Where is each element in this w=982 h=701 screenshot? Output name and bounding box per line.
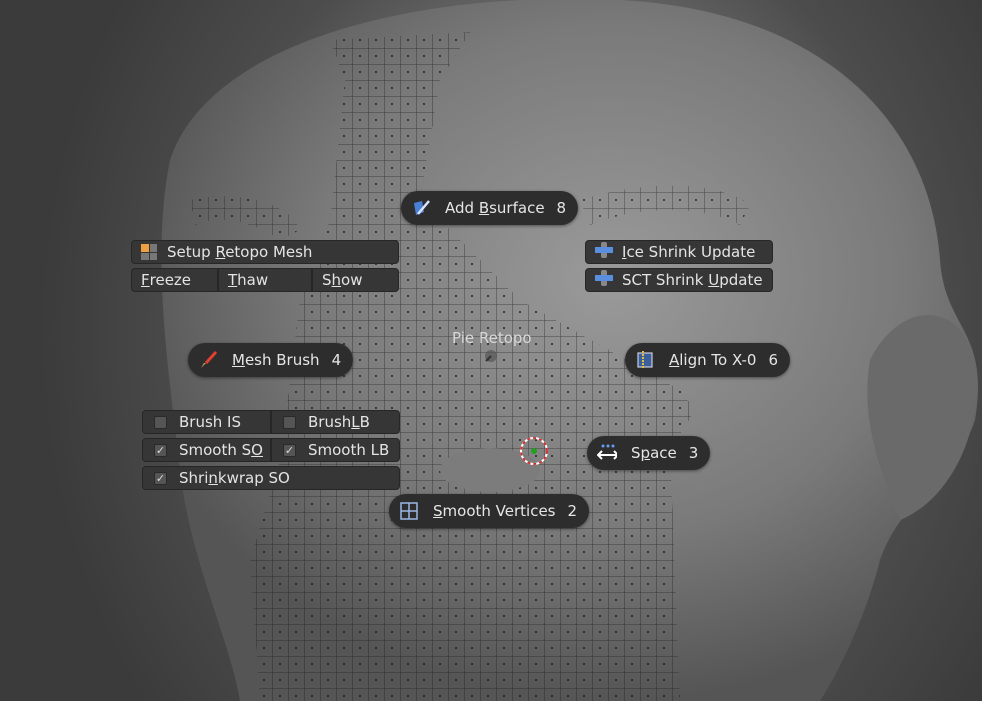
checkbox-unchecked-icon [283, 415, 296, 429]
mesh-brush-button[interactable]: Mesh Brush 4 [188, 343, 354, 377]
checkbox-checked-icon: ✓ [154, 471, 167, 485]
freeze-button[interactable]: Freeze [131, 268, 218, 292]
brush-lb-checkbox[interactable]: Brush LB [271, 410, 400, 434]
align-to-x0-button[interactable]: Align To X-0 6 [625, 343, 790, 377]
brush-cursor-icon [520, 437, 548, 465]
show-button[interactable]: Sh ow [312, 268, 399, 292]
shrinkwrap-icon [594, 241, 614, 263]
thaw-button[interactable]: Thaw [218, 268, 312, 292]
shrinkwrap-icon [594, 269, 614, 291]
3d-viewport[interactable]: Pie Retopo Add Bsurface 8 Setup Retopo M… [0, 0, 982, 701]
hotkey-label: 4 [331, 351, 342, 369]
hotkey-label: 8 [556, 199, 567, 217]
hotkey-label: 2 [567, 502, 578, 520]
pie-menu-title: Pie Retopo [452, 329, 532, 347]
ice-shrink-update-button[interactable]: Ice Shrink Update [585, 240, 773, 264]
bsurface-icon [411, 198, 431, 218]
checkbox-checked-icon: ✓ [154, 443, 167, 457]
hotkey-label: 3 [688, 444, 699, 462]
checkbox-checked-icon: ✓ [283, 443, 296, 457]
align-x-icon [635, 350, 655, 370]
sct-shrink-update-button[interactable]: SCT Shrink Update [585, 268, 773, 292]
space-button[interactable]: Space 3 [587, 436, 711, 470]
smooth-lb-checkbox[interactable]: ✓ Smooth LB [271, 438, 400, 462]
grid-icon [399, 501, 419, 521]
smooth-so-checkbox[interactable]: ✓ Smooth SO [142, 438, 271, 462]
setup-retopo-mesh-button[interactable]: Setup Retopo Mesh [131, 240, 399, 264]
pie-direction-indicator-icon [485, 350, 497, 362]
add-bsurface-button[interactable]: Add Bsurface 8 [401, 191, 579, 225]
shrinkwrap-so-checkbox[interactable]: ✓ Shri n kwrap SO [142, 466, 400, 490]
brush-is-checkbox[interactable]: Brush IS [142, 410, 271, 434]
setup-mesh-icon [141, 244, 157, 260]
space-arrows-icon [597, 443, 617, 463]
paint-brush-icon [198, 350, 218, 370]
checkbox-unchecked-icon [154, 415, 167, 429]
hotkey-label: 6 [768, 351, 778, 369]
smooth-vertices-button[interactable]: Smooth Vertices 2 [389, 494, 590, 528]
